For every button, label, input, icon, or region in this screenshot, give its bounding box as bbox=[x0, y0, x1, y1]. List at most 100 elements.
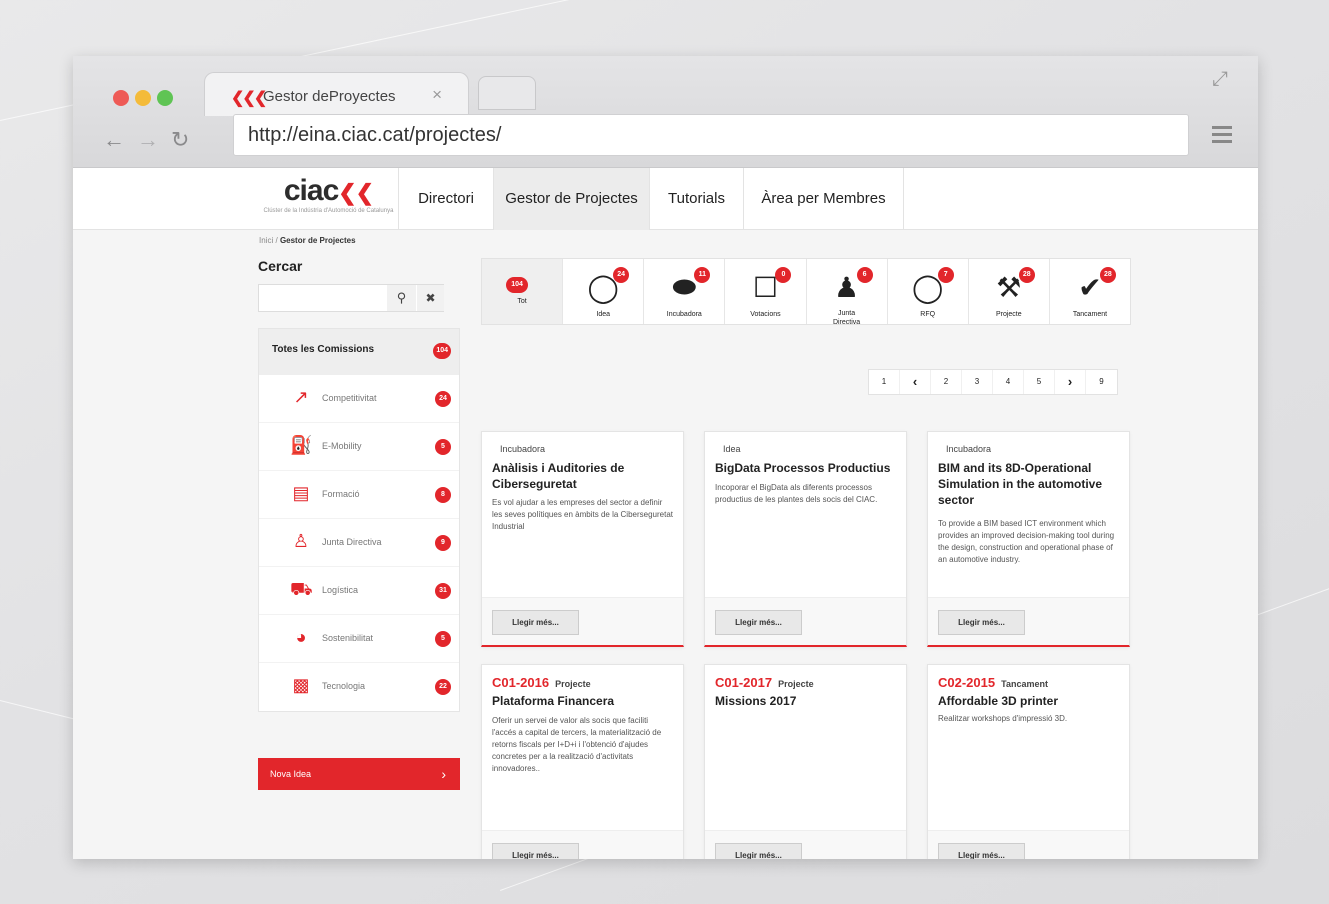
group-icon: ♙ bbox=[292, 531, 310, 551]
filter-projecte[interactable]: ⚒ 28 Projecte bbox=[969, 259, 1050, 324]
commission-item-sostenibilitat[interactable]: ◕ Sostenibilitat 5 bbox=[259, 615, 459, 663]
browser-menu-icon[interactable] bbox=[1212, 126, 1232, 147]
nav-directori[interactable]: Directori bbox=[399, 168, 494, 230]
read-more-button[interactable]: Llegir més... bbox=[715, 843, 802, 859]
card-category: Projecte bbox=[778, 679, 814, 689]
filter-count: 28 bbox=[1018, 267, 1035, 283]
forward-icon[interactable]: → bbox=[137, 127, 159, 153]
nova-idea-button[interactable]: Nova Idea › bbox=[258, 758, 460, 790]
site-page: ciac❮❮ Clúster de la Indústria d'Automoc… bbox=[73, 168, 1258, 859]
laptop-icon: ▩ bbox=[292, 675, 310, 695]
filter-votacions[interactable]: ☐ 0 Votacions bbox=[725, 259, 807, 324]
read-more-button[interactable]: Llegir més... bbox=[938, 610, 1025, 635]
filter-rfq[interactable]: ◯ 7 RFQ bbox=[888, 259, 969, 324]
browser-tab[interactable]: ❮❮❮ Gestor deProyectes × bbox=[204, 72, 469, 116]
filter-label: Junta Directiva bbox=[832, 310, 861, 326]
commission-item-competitivitat[interactable]: ↗ Competitivitat 24 bbox=[259, 375, 459, 423]
ballot-box-icon: ☐ bbox=[752, 272, 778, 303]
card-code: C01-2017 bbox=[715, 675, 773, 690]
lightbulb-icon: ◯ bbox=[587, 272, 619, 303]
card-description: Incoporar el BigData als diferents proce… bbox=[715, 483, 878, 504]
commission-item-junta-directiva[interactable]: ♙ Junta Directiva 9 bbox=[259, 519, 459, 567]
commission-label: Tecnologia bbox=[322, 681, 366, 691]
read-more-button[interactable]: Llegir més... bbox=[938, 843, 1025, 859]
prev-page-button[interactable]: ‹ bbox=[900, 370, 931, 394]
filter-tancament[interactable]: ✔ 28 Tancament bbox=[1050, 259, 1130, 324]
minimize-window-button[interactable] bbox=[135, 90, 151, 106]
filter-junta-directiva[interactable]: ♟ 6 Junta Directiva bbox=[807, 259, 888, 326]
all-commissions-count: 104 bbox=[433, 343, 451, 359]
commission-count: 9 bbox=[435, 535, 451, 551]
card-title[interactable]: Affordable 3D printer bbox=[938, 693, 1121, 709]
card-category: Incubadora bbox=[946, 444, 992, 454]
card-title[interactable]: Anàlisis i Auditories de Ciberseguretat bbox=[492, 460, 675, 492]
nav-area-membres[interactable]: Àrea per Membres bbox=[744, 168, 904, 230]
forklift-icon: ⛟ bbox=[290, 579, 313, 599]
tag-icon: ◯ bbox=[912, 272, 944, 303]
search-input[interactable] bbox=[259, 285, 385, 311]
all-commissions-label: Totes les Comissions bbox=[272, 344, 375, 355]
commission-label: E-Mobility bbox=[322, 441, 362, 451]
commission-count: 22 bbox=[435, 679, 451, 695]
page-9[interactable]: 9 bbox=[1086, 370, 1117, 394]
read-more-button[interactable]: Llegir més... bbox=[715, 610, 802, 635]
back-icon[interactable]: ← bbox=[103, 127, 125, 153]
browser-window: ❮❮❮ Gestor deProyectes × ⤢ ← → ↻ http://… bbox=[73, 56, 1258, 859]
close-window-button[interactable] bbox=[113, 90, 129, 106]
expand-icon[interactable]: ⤢ bbox=[1212, 68, 1228, 91]
filter-incubadora[interactable]: ⬬ 11 Incubadora bbox=[644, 259, 726, 324]
read-more-button[interactable]: Llegir més... bbox=[492, 843, 579, 859]
snail-icon: ◕ bbox=[295, 627, 307, 647]
card-code: C01-2016 bbox=[492, 675, 550, 690]
commission-item-e-mobility[interactable]: ⛽ E-Mobility 5 bbox=[259, 423, 459, 471]
close-tab-icon[interactable]: × bbox=[432, 85, 442, 105]
nav-tutorials[interactable]: Tutorials bbox=[650, 168, 744, 230]
card-title[interactable]: Missions 2017 bbox=[715, 693, 898, 709]
card-category: Idea bbox=[723, 444, 741, 454]
filter-count: 28 bbox=[1099, 267, 1116, 283]
project-card: Idea BigData Processos Productius Incopo… bbox=[704, 431, 907, 647]
card-code: C02-2015 bbox=[938, 675, 996, 690]
commission-label: Competitivitat bbox=[322, 393, 377, 403]
address-bar[interactable]: http://eina.ciac.cat/projectes/ bbox=[233, 114, 1189, 156]
page-4[interactable]: 4 bbox=[993, 370, 1024, 394]
read-more-button[interactable]: Llegir més... bbox=[492, 610, 579, 635]
card-title[interactable]: BigData Processos Productius bbox=[715, 460, 898, 476]
commission-count: 31 bbox=[435, 583, 451, 599]
tab-title: Gestor deProyectes bbox=[263, 88, 396, 105]
filter-label: Tot bbox=[517, 298, 527, 305]
page-2[interactable]: 2 bbox=[931, 370, 962, 394]
commission-item-formacio[interactable]: ▤ Formació 8 bbox=[259, 471, 459, 519]
card-category: Tancament bbox=[1001, 679, 1048, 689]
card-title[interactable]: Plataforma Financera bbox=[492, 693, 675, 709]
reload-icon[interactable]: ↻ bbox=[171, 127, 189, 153]
ciac-logo[interactable]: ciac❮❮ Clúster de la Indústria d'Automoc… bbox=[259, 168, 399, 230]
search-icon[interactable]: ⚲ bbox=[387, 285, 416, 311]
nav-gestor-projectes[interactable]: Gestor de Projectes bbox=[494, 168, 650, 230]
project-card: C01-2016 Projecte Plataforma Financera Of… bbox=[481, 664, 684, 859]
all-commissions-item[interactable]: Totes les Comissions 104 bbox=[259, 329, 459, 375]
filter-tot[interactable]: 104 Tot bbox=[482, 259, 564, 324]
page-5[interactable]: 5 bbox=[1024, 370, 1055, 394]
zoom-window-button[interactable] bbox=[157, 90, 173, 106]
commission-item-tecnologia[interactable]: ▩ Tecnologia 22 bbox=[259, 663, 459, 711]
card-title[interactable]: BIM and its 8D-Operational Simulation in… bbox=[938, 460, 1121, 508]
card-footer: Llegir més... bbox=[705, 597, 906, 645]
clear-search-icon[interactable]: ✖ bbox=[417, 285, 444, 311]
next-page-button[interactable]: › bbox=[1055, 370, 1086, 394]
page-1[interactable]: 1 bbox=[869, 370, 900, 394]
commission-item-logistica[interactable]: ⛟ Logística 31 bbox=[259, 567, 459, 615]
sidebar: Cercar ⚲ ✖ Totes les Comissions 104 ↗ Co… bbox=[258, 258, 460, 790]
presentation-icon: ▤ bbox=[292, 483, 310, 503]
filter-idea[interactable]: ◯ 24 Idea bbox=[563, 259, 645, 324]
breadcrumb: Inici / Gestor de Projectes bbox=[259, 236, 356, 245]
breadcrumb-home[interactable]: Inici bbox=[259, 236, 273, 245]
filter-count: 7 bbox=[937, 267, 954, 283]
new-tab-button[interactable] bbox=[478, 76, 536, 110]
project-card: Incubadora BIM and its 8D-Operational Si… bbox=[927, 431, 1130, 647]
brand-tagline: Clúster de la Indústria d'Automoció de C… bbox=[263, 208, 394, 214]
chevron-right-icon: › bbox=[441, 766, 446, 782]
page-3[interactable]: 3 bbox=[962, 370, 993, 394]
commission-count: 5 bbox=[435, 631, 451, 647]
commissions-list: Totes les Comissions 104 ↗ Competitivita… bbox=[258, 328, 460, 712]
